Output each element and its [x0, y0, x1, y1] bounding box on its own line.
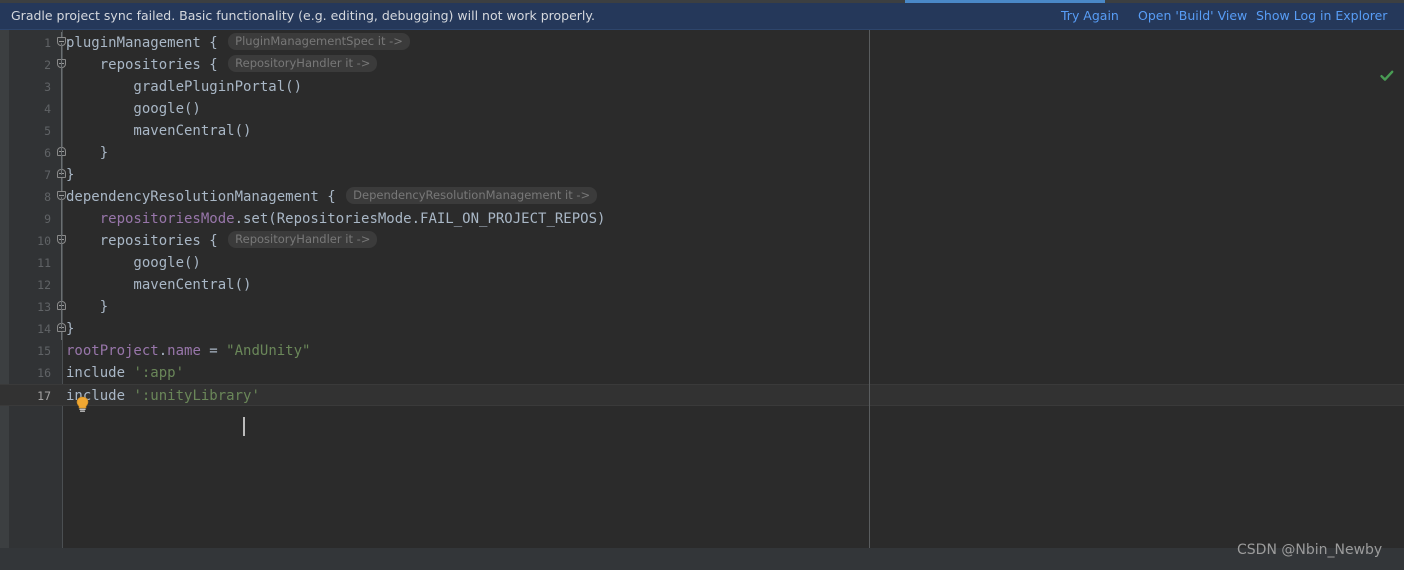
code-line[interactable]: 5 mavenCentral() [0, 120, 1404, 142]
code-line-text: } [66, 142, 108, 164]
code-line[interactable]: 14} [0, 318, 1404, 340]
code-token: rootProject [66, 343, 159, 359]
try-again-link[interactable]: Try Again [1061, 0, 1119, 30]
code-line[interactable]: 10 repositories { RepositoryHandler it -… [0, 230, 1404, 252]
code-token: dependencyResolutionManagement { [66, 189, 345, 205]
line-number: 10 [37, 234, 51, 248]
code-line-text: google() [66, 252, 201, 274]
code-token: .set(RepositoriesMode.FAIL_ON_PROJECT_RE… [234, 211, 606, 227]
line-number: 14 [37, 322, 51, 336]
code-line[interactable]: 13 } [0, 296, 1404, 318]
code-token: repositories { [66, 57, 227, 73]
inspection-status-check-icon[interactable] [1379, 68, 1395, 84]
code-line-text: } [66, 164, 74, 186]
line-number: 3 [44, 80, 51, 94]
code-line[interactable]: 7} [0, 164, 1404, 186]
code-line-text: include ':unityLibrary' [66, 385, 260, 407]
code-line[interactable]: 2 repositories { RepositoryHandler it -> [0, 54, 1404, 76]
fold-region-guide [61, 65, 62, 153]
code-token: gradlePluginPortal() [66, 79, 303, 95]
code-line[interactable]: 1 pluginManagement { PluginManagementSpec… [0, 32, 1404, 54]
code-line-text: repositoriesMode.set(RepositoriesMode.FA… [66, 208, 606, 230]
csdn-watermark: CSDN @Nbin_Newby [1237, 542, 1383, 558]
hard-wrap-guide-line [869, 30, 870, 548]
code-token: } [66, 321, 75, 337]
code-line-text: } [66, 296, 108, 318]
code-line-text: mavenCentral() [66, 120, 251, 142]
code-line-text: repositories { RepositoryHandler it -> [66, 230, 378, 252]
code-token: } [66, 167, 75, 183]
code-editor[interactable]: 1 pluginManagement { PluginManagementSpec… [0, 30, 1404, 548]
code-token: . [158, 343, 168, 359]
line-number: 16 [37, 366, 51, 380]
notification-message: Gradle project sync failed. Basic functi… [11, 8, 595, 23]
code-line-text: include ':app' [66, 362, 184, 384]
inlay-parameter-hint[interactable]: RepositoryHandler it -> [228, 231, 378, 248]
code-token: } [66, 145, 109, 161]
code-token: name [167, 343, 201, 359]
line-number: 8 [44, 190, 51, 204]
code-token: repositoriesMode [66, 211, 235, 227]
code-token: "AndUnity" [226, 343, 311, 359]
line-number: 12 [37, 278, 51, 292]
code-line[interactable]: 8 dependencyResolutionManagement { Depend… [0, 186, 1404, 208]
gradle-sync-notification-bar: Gradle project sync failed. Basic functi… [0, 0, 1404, 30]
code-line[interactable]: 9 repositoriesMode.set(RepositoriesMode.… [0, 208, 1404, 230]
code-token: ':app' [133, 365, 185, 381]
line-number: 5 [44, 124, 51, 138]
intention-lightbulb-icon[interactable] [75, 396, 90, 413]
code-line[interactable]: 16 include ':app' [0, 362, 1404, 384]
code-token: = [200, 343, 227, 359]
inlay-parameter-hint[interactable]: PluginManagementSpec it -> [228, 33, 410, 50]
code-line[interactable]: 4 google() [0, 98, 1404, 120]
code-line-text: pluginManagement { PluginManagementSpec … [66, 32, 410, 54]
code-line-text: gradlePluginPortal() [66, 76, 302, 98]
code-line[interactable]: 17 include ':unityLibrary' [0, 384, 1404, 406]
inlay-parameter-hint[interactable]: RepositoryHandler it -> [228, 55, 378, 72]
code-line[interactable]: 3 gradlePluginPortal() [0, 76, 1404, 98]
code-line[interactable]: 15 rootProject.name = "AndUnity" [0, 340, 1404, 362]
line-number: 7 [44, 168, 51, 182]
code-token: mavenCentral() [66, 123, 252, 139]
text-caret [243, 417, 245, 436]
line-number: 2 [44, 58, 51, 72]
line-number: 4 [44, 102, 51, 116]
code-line-text: } [66, 318, 74, 340]
code-token: include [66, 365, 134, 381]
line-number: 9 [44, 212, 51, 226]
line-number: 17 [37, 389, 51, 403]
code-line-text: mavenCentral() [66, 274, 251, 296]
code-token: pluginManagement { [66, 35, 227, 51]
line-number: 13 [37, 300, 51, 314]
code-token: google() [66, 255, 201, 271]
code-line-text: rootProject.name = "AndUnity" [66, 340, 310, 362]
line-number: 6 [44, 146, 51, 160]
code-token: google() [66, 101, 201, 117]
code-line[interactable]: 11 google() [0, 252, 1404, 274]
line-number: 11 [37, 256, 51, 270]
code-line[interactable]: 6 } [0, 142, 1404, 164]
code-token: mavenCentral() [66, 277, 252, 293]
bottom-tool-panel [0, 548, 1404, 570]
code-line[interactable]: 12 mavenCentral() [0, 274, 1404, 296]
code-line-text: dependencyResolutionManagement { Depende… [66, 186, 598, 208]
code-line-text: google() [66, 98, 201, 120]
inlay-parameter-hint[interactable]: DependencyResolutionManagement it -> [346, 187, 598, 204]
code-token: } [66, 299, 109, 315]
fold-region-guide [61, 241, 62, 307]
line-number: 1 [44, 36, 51, 50]
code-token: repositories { [66, 233, 227, 249]
line-number: 15 [37, 344, 51, 358]
open-build-view-link[interactable]: Open 'Build' View [1138, 0, 1247, 30]
show-log-in-explorer-link[interactable]: Show Log in Explorer [1256, 0, 1387, 30]
code-token: ':unityLibrary' [133, 388, 260, 404]
code-line-text: repositories { RepositoryHandler it -> [66, 54, 378, 76]
